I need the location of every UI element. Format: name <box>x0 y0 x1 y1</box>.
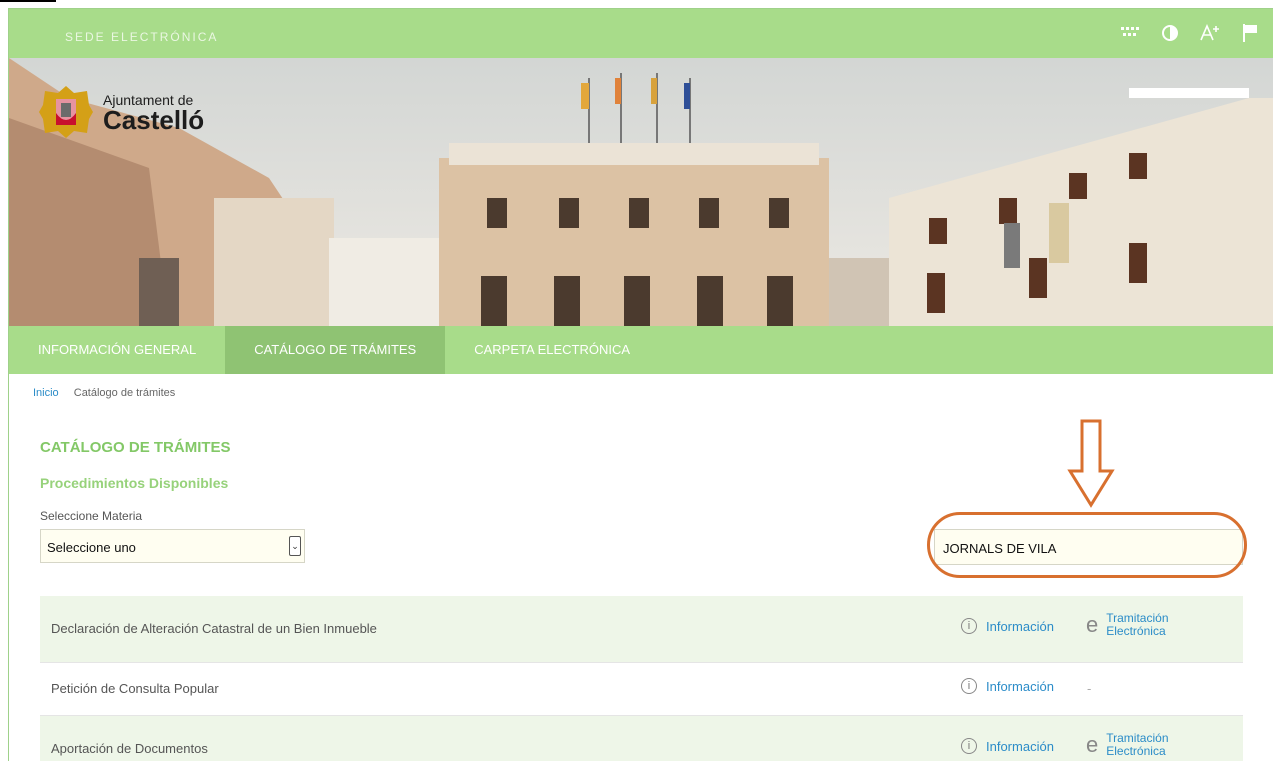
accessibility-tools <box>1118 21 1262 45</box>
breadcrumb-current: Catálogo de trámites <box>73 387 176 399</box>
nav-carpeta-electronica[interactable]: CARPETA ELECTRÓNICA <box>445 326 659 374</box>
electronic-e-icon: e <box>1086 732 1099 757</box>
header-banner-image: Ajuntament de Castelló <box>9 58 1273 326</box>
main-nav: INFORMACIÓN GENERAL CATÁLOGO DE TRÁMITES… <box>9 326 1273 374</box>
electronic-e-icon: e <box>1086 612 1099 637</box>
search-input[interactable]: JORNALS DE VILA <box>934 529 1243 565</box>
informacion-link[interactable]: i Información <box>961 738 1054 754</box>
procedure-name: Aportación de Documentos <box>51 741 208 756</box>
annotation-arrow-icon <box>1067 419 1115 508</box>
tramitacion-label-line1: Tramitación <box>1106 731 1169 745</box>
keyboard-grid-icon[interactable] <box>1118 21 1142 45</box>
contrast-icon[interactable] <box>1158 21 1182 45</box>
breadcrumb-home-link[interactable]: Inicio <box>33 387 59 399</box>
tramitacion-electronica-link[interactable]: e Tramitación Electrónica <box>1086 732 1186 758</box>
page-frame: SEDE ELECTRÓNICA Ajuntament de Castelló … <box>8 8 1273 761</box>
section-subtitle: Procedimientos Disponibles <box>40 475 229 491</box>
materia-select[interactable]: Seleccione uno ⌄ <box>40 529 305 563</box>
tramitacion-label-line2: Electrónica <box>1106 744 1166 758</box>
search-input-value: JORNALS DE VILA <box>943 541 1057 556</box>
tramitacion-label-line2: Electrónica <box>1106 624 1166 638</box>
flag-icon[interactable] <box>1238 21 1262 45</box>
informacion-link[interactable]: i Información <box>961 678 1054 694</box>
materia-select-label: Seleccione Materia <box>40 509 143 523</box>
procedure-row: Petición de Consulta Popular i Informaci… <box>40 663 1243 716</box>
coat-of-arms-icon <box>39 86 93 138</box>
info-icon: i <box>961 678 977 694</box>
nav-informacion-general[interactable]: INFORMACIÓN GENERAL <box>9 326 225 374</box>
procedure-row: Declaración de Alteración Catastral de u… <box>40 596 1243 663</box>
procedure-name: Petición de Consulta Popular <box>51 681 219 696</box>
procedure-row: Aportación de Documentos i Información e… <box>40 716 1243 761</box>
page-title: CATÁLOGO DE TRÁMITES <box>40 439 231 456</box>
info-icon: i <box>961 618 977 634</box>
informacion-label: Información <box>986 738 1054 754</box>
materia-select-value: Seleccione uno <box>47 540 136 555</box>
procedures-list: Declaración de Alteración Catastral de u… <box>40 596 1243 761</box>
font-size-icon[interactable] <box>1198 21 1222 45</box>
site-title: SEDE ELECTRÓNICA <box>65 30 219 44</box>
informacion-label: Información <box>986 678 1054 694</box>
procedure-name: Declaración de Alteración Catastral de u… <box>51 621 377 636</box>
top-bar: SEDE ELECTRÓNICA <box>9 9 1273 58</box>
informacion-link[interactable]: i Información <box>961 618 1054 634</box>
corner-line <box>0 0 56 2</box>
tramitacion-label-line1: Tramitación <box>1106 611 1169 625</box>
chevron-down-icon[interactable]: ⌄ <box>289 536 301 556</box>
castello-logo[interactable]: Ajuntament de Castelló <box>37 83 204 141</box>
nav-catalogo-tramites[interactable]: CATÁLOGO DE TRÁMITES <box>225 326 446 374</box>
no-tramitacion-dash: - <box>1087 681 1092 696</box>
info-icon: i <box>961 738 977 754</box>
logo-line2: Castelló <box>103 105 205 135</box>
tramitacion-electronica-link[interactable]: e Tramitación Electrónica <box>1086 612 1186 638</box>
informacion-label: Información <box>986 618 1054 634</box>
breadcrumb: Inicio Catálogo de trámites <box>33 387 175 399</box>
